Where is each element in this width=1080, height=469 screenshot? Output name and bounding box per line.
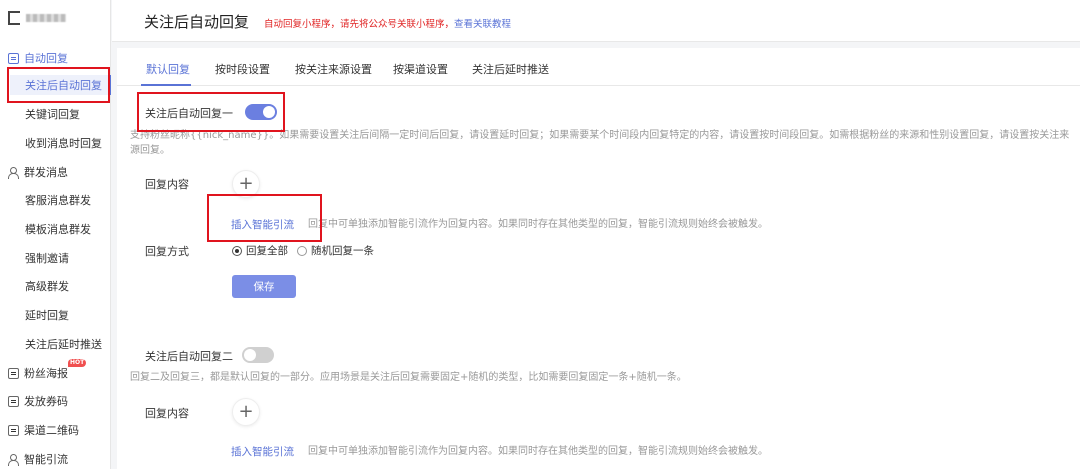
main-area: 关注后自动回复 自动回复小程序，请先将公众号关联小程序，查看关联教程 默认回复 …	[112, 0, 1080, 469]
reply2-content-label: 回复内容	[145, 407, 189, 420]
reply2-insert-tip: 回复中可单独添加智能引流作为回复内容。如果同时存在其他类型的回复，智能引流规则始…	[308, 446, 768, 457]
radio-label: 随机回复一条	[311, 245, 374, 257]
sidebar-item-delay-reply[interactable]: 延时回复	[25, 305, 111, 325]
radio-label: 回复全部	[246, 245, 288, 257]
coupon-icon	[8, 395, 19, 407]
sidebar: 自动回复 关注后自动回复 关键词回复 收到消息时回复 群发消息 客服消息群发 模…	[0, 0, 111, 469]
reply1-label: 关注后自动回复一	[145, 107, 233, 120]
reply2-label: 关注后自动回复二	[145, 350, 233, 363]
topbar: 关注后自动回复 自动回复小程序，请先将公众号关联小程序，查看关联教程	[112, 0, 1080, 42]
nav-group-channel-qrcode[interactable]: 渠道二维码	[0, 420, 111, 440]
hot-badge: HOT	[68, 359, 87, 367]
sidebar-item-force-invite[interactable]: 强制邀请	[25, 248, 111, 268]
nav-group-coupon[interactable]: 发放券码	[0, 391, 111, 411]
reply1-add-content-button[interactable]: +	[232, 170, 260, 198]
reply1-toggle[interactable]	[245, 104, 277, 120]
poster-icon	[8, 367, 19, 379]
brand-name-redacted	[26, 14, 66, 22]
nav-group-label: 群发消息	[24, 166, 68, 179]
reply2-description: 回复二及回复三，都是默认回复的一部分。应用场景是关注后回复需要固定+随机的类型，…	[130, 372, 687, 383]
sidebar-item-cs-mass[interactable]: 客服消息群发	[25, 190, 111, 210]
sidebar-item-follow-auto-reply[interactable]: 关注后自动回复	[10, 75, 111, 95]
reply1-mode-label: 回复方式	[145, 245, 189, 258]
sidebar-item-delay-push[interactable]: 关注后延时推送	[25, 334, 111, 354]
user-icon	[8, 453, 19, 466]
reply2-toggle[interactable]	[242, 347, 274, 363]
reply1-mode-random-radio[interactable]: 随机回复一条	[297, 243, 374, 258]
nav-group-auto-reply[interactable]: 自动回复	[0, 48, 111, 68]
nav-group-mass-message[interactable]: 群发消息	[0, 162, 111, 182]
title-tip: 自动回复小程序，请先将公众号关联小程序，查看关联教程	[264, 16, 511, 30]
nav-group-label: 粉丝海报	[24, 367, 68, 380]
tab-time-period[interactable]: 按时段设置	[215, 61, 270, 77]
tab-follow-source[interactable]: 按关注来源设置	[295, 61, 372, 77]
nav-group-label: 渠道二维码	[24, 424, 79, 437]
sidebar-item-advanced-mass[interactable]: 高级群发	[25, 276, 111, 296]
plus-icon: +	[238, 401, 254, 422]
reply1-mode-all-radio[interactable]: 回复全部	[232, 243, 288, 258]
toggle-knob	[244, 349, 256, 361]
reply2-insert-traffic-link[interactable]: 插入智能引流	[231, 444, 294, 459]
user-group-icon	[8, 166, 19, 179]
page-title: 关注后自动回复	[144, 13, 250, 31]
content-panel: 默认回复 按时段设置 按关注来源设置 按渠道设置 关注后延时推送 关注后自动回复…	[117, 48, 1080, 469]
reply1-insert-traffic-link[interactable]: 插入智能引流	[231, 217, 294, 232]
nav-group-label: 发放券码	[24, 395, 68, 408]
radio-unchecked-icon	[297, 245, 307, 256]
nav-group-smart-traffic[interactable]: 智能引流	[0, 449, 111, 469]
sidebar-item-message-reply[interactable]: 收到消息时回复	[25, 133, 111, 153]
save-button[interactable]: 保存	[232, 275, 296, 298]
nav-group-label: 智能引流	[24, 453, 68, 466]
brand	[8, 10, 66, 26]
tip-text: 自动回复小程序，请先将公众号关联小程序，	[264, 19, 455, 30]
tab-delay-push[interactable]: 关注后延时推送	[472, 61, 549, 77]
nav-group-fan-poster[interactable]: 粉丝海报 HOT	[0, 359, 111, 383]
tutorial-link[interactable]: 查看关联教程	[454, 19, 511, 30]
nav-group-label: 自动回复	[24, 52, 68, 65]
sidebar-item-template-mass[interactable]: 模板消息群发	[25, 219, 111, 239]
sidebar-item-keyword-reply[interactable]: 关键词回复	[25, 104, 111, 124]
radio-checked-icon	[232, 245, 242, 256]
reply1-description: 支持粉丝昵称{{nick_name}}。如果需要设置关注后间隔一定时间后回复，请…	[130, 130, 1070, 156]
reply1-content-label: 回复内容	[145, 178, 189, 191]
reply2-add-content-button[interactable]: +	[232, 398, 260, 426]
tab-default-reply[interactable]: 默认回复	[146, 61, 190, 77]
qrcode-icon	[8, 424, 19, 436]
tab-channel[interactable]: 按渠道设置	[393, 61, 448, 77]
plus-icon: +	[238, 173, 254, 194]
tab-bar: 默认回复 按时段设置 按关注来源设置 按渠道设置 关注后延时推送	[117, 48, 1080, 86]
reply1-insert-tip: 回复中可单独添加智能引流作为回复内容。如果同时存在其他类型的回复，智能引流规则始…	[308, 219, 768, 230]
brand-logo-icon	[8, 11, 20, 25]
toggle-knob	[263, 106, 275, 118]
active-tab-indicator	[141, 84, 191, 86]
message-box-icon	[8, 52, 19, 64]
